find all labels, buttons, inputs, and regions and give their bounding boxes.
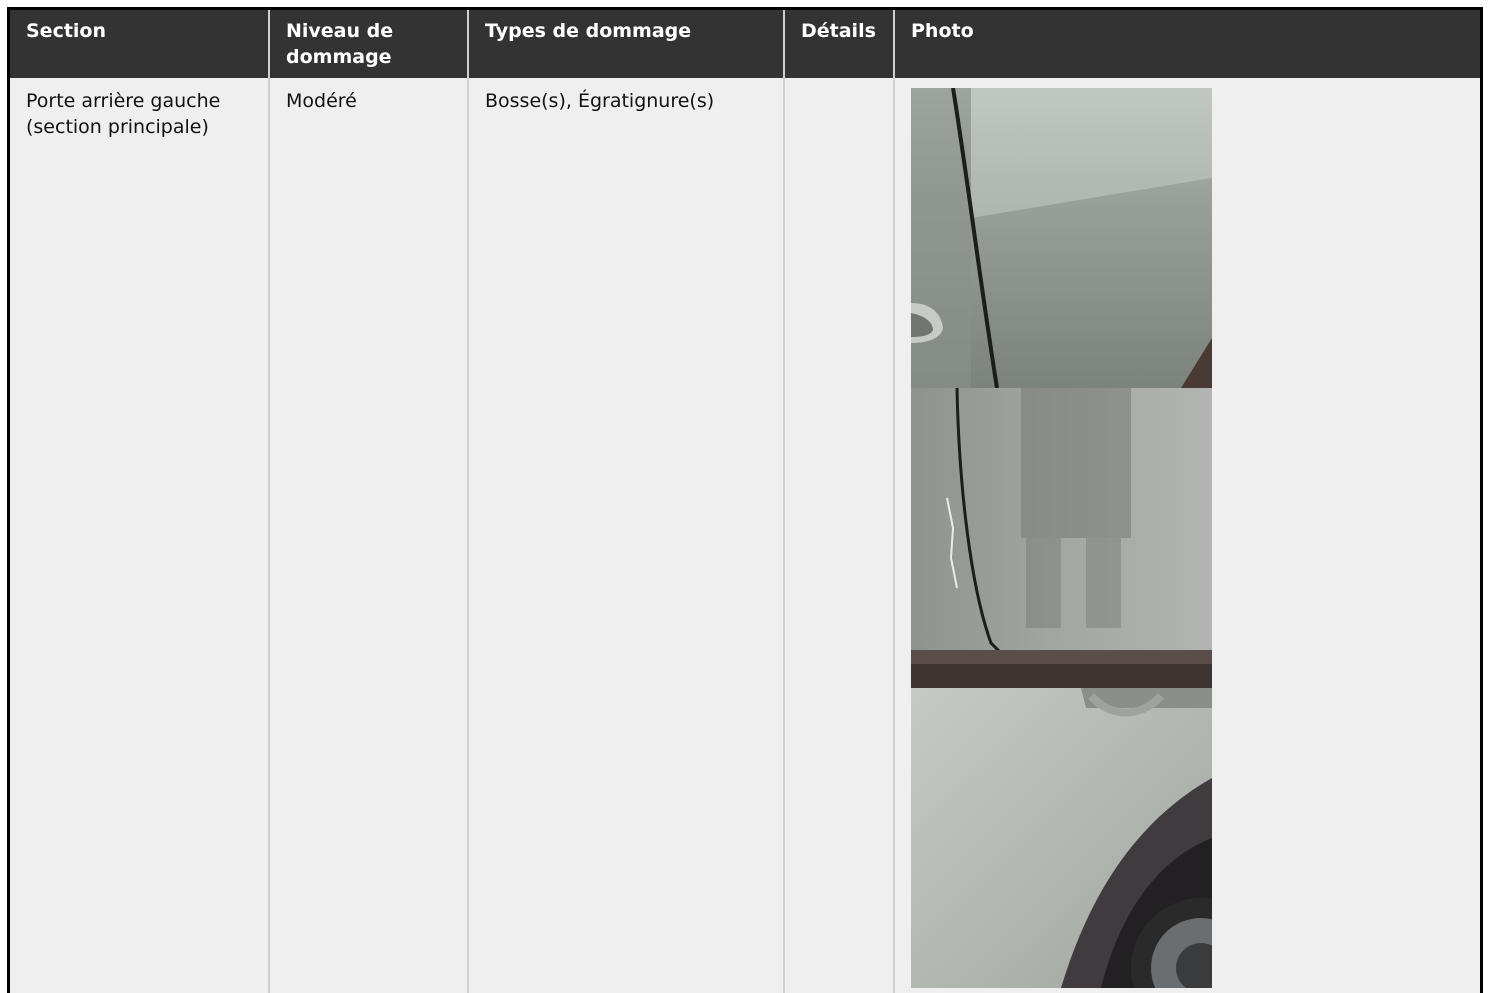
cell-types: Bosse(s), Égratignure(s) — [468, 78, 785, 993]
damage-photo-2[interactable] — [911, 388, 1212, 688]
photo-stack — [911, 88, 1212, 988]
damage-table: Section Niveau de dommage Types de domma… — [10, 10, 1480, 993]
damage-photo-1[interactable] — [911, 88, 1212, 388]
header-types: Types de dommage — [468, 10, 785, 78]
cell-photo — [894, 78, 1480, 993]
damage-report-frame: Section Niveau de dommage Types de domma… — [7, 7, 1483, 993]
damage-photo-3[interactable] — [911, 688, 1212, 988]
cell-section: Porte arrière gauche (section principale… — [10, 78, 270, 993]
table-row: Porte arrière gauche (section principale… — [10, 78, 1480, 993]
cell-niveau: Modéré — [269, 78, 469, 993]
header-section: Section — [10, 10, 270, 78]
header-details: Détails — [784, 10, 895, 78]
header-niveau: Niveau de dommage — [269, 10, 469, 78]
cell-details — [784, 78, 895, 993]
header-photo: Photo — [894, 10, 1480, 78]
table-header-row: Section Niveau de dommage Types de domma… — [10, 10, 1480, 78]
